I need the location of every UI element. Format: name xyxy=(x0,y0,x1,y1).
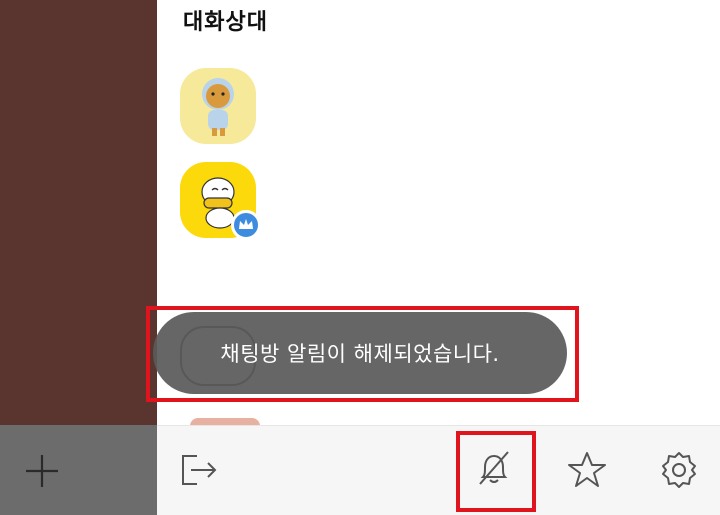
bell-highlight-box xyxy=(456,431,536,512)
members-section-title: 대화상대 xyxy=(183,10,268,35)
favorite-button[interactable] xyxy=(565,448,609,492)
bottom-toolbar xyxy=(157,425,720,515)
chat-room-background xyxy=(0,0,157,425)
crown-icon xyxy=(231,210,261,240)
gear-icon xyxy=(662,452,696,488)
star-icon xyxy=(568,452,606,487)
member-avatar-ryan[interactable] xyxy=(180,68,256,144)
add-button[interactable] xyxy=(22,451,62,491)
exit-icon xyxy=(182,455,217,485)
leave-chat-button[interactable] xyxy=(177,448,221,492)
ryan-avatar xyxy=(202,78,234,136)
plus-icon xyxy=(26,455,58,487)
settings-button[interactable] xyxy=(657,448,701,492)
toast-highlight-box xyxy=(146,306,579,402)
